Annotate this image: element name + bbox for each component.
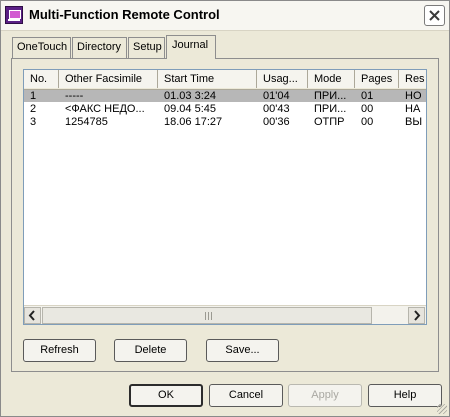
cell-usage: 00'36: [263, 116, 290, 128]
horizontal-scrollbar[interactable]: [24, 305, 426, 324]
tab-directory[interactable]: Directory: [72, 37, 127, 58]
tab-setup[interactable]: Setup: [128, 37, 165, 58]
window-title: Multi-Function Remote Control: [29, 7, 220, 22]
close-icon: [429, 10, 440, 21]
tab-journal[interactable]: Journal: [166, 35, 216, 59]
list-header: No. Other Facsimile Start Time Usag... M…: [24, 70, 426, 90]
tab-onetouch[interactable]: OneTouch: [12, 37, 71, 58]
arrow-right-icon: [414, 310, 421, 321]
cell-no: 1: [30, 90, 37, 102]
column-header-pages[interactable]: Pages: [355, 70, 399, 88]
cell-result: НА: [405, 103, 421, 115]
column-header-other-facsimile[interactable]: Other Facsimile: [59, 70, 158, 88]
column-header-start-time[interactable]: Start Time: [158, 70, 257, 88]
cell-start-time: 18.06 17:27: [164, 116, 223, 128]
scroll-thumb[interactable]: [42, 307, 372, 324]
cell-mode: ПРИ...: [314, 103, 347, 115]
cell-facsimile: 1254785: [65, 116, 108, 128]
delete-button[interactable]: Delete: [114, 339, 187, 362]
cell-pages: 01: [361, 90, 374, 102]
table-row[interactable]: 3 1254785 18.06 17:27 00'36 ОТПР 00 ВЫ: [24, 116, 426, 128]
cell-result: НО: [405, 90, 422, 102]
cell-pages: 00: [361, 103, 374, 115]
help-button[interactable]: Help: [368, 384, 442, 407]
cell-no: 3: [30, 116, 37, 128]
close-button[interactable]: [424, 5, 445, 26]
arrow-left-icon: [28, 310, 35, 321]
table-row[interactable]: 2 <ФАКС НЕДО... 09.04 5:45 00'43 ПРИ... …: [24, 103, 426, 115]
resize-grip-icon[interactable]: [437, 404, 447, 414]
cancel-button[interactable]: Cancel: [209, 384, 283, 407]
cell-usage: 00'43: [263, 103, 290, 115]
column-header-mode[interactable]: Mode: [308, 70, 355, 88]
refresh-button[interactable]: Refresh: [23, 339, 96, 362]
scroll-left-button[interactable]: [24, 307, 41, 324]
cell-facsimile: -----: [65, 90, 84, 102]
grip-icon: [205, 312, 214, 320]
cell-result: ВЫ: [405, 116, 423, 128]
table-row[interactable]: 1 ----- 01.03 3:24 01'04 ПРИ... 01 НО: [24, 90, 426, 102]
journal-list[interactable]: No. Other Facsimile Start Time Usag... M…: [23, 69, 427, 325]
fax-app-icon: [5, 6, 23, 24]
column-header-no[interactable]: No.: [24, 70, 59, 88]
cell-pages: 00: [361, 116, 374, 128]
scroll-right-button[interactable]: [408, 307, 425, 324]
cell-start-time: 09.04 5:45: [164, 103, 216, 115]
cell-mode: ПРИ...: [314, 90, 347, 102]
cell-start-time: 01.03 3:24: [164, 90, 216, 102]
ok-button[interactable]: OK: [129, 384, 203, 407]
column-header-usage[interactable]: Usag...: [257, 70, 308, 88]
title-bar[interactable]: Multi-Function Remote Control: [1, 1, 449, 31]
dialog-window: Multi-Function Remote Control OneTouch D…: [0, 0, 450, 417]
cell-usage: 01'04: [263, 90, 290, 102]
cell-no: 2: [30, 103, 37, 115]
cell-mode: ОТПР: [314, 116, 345, 128]
column-header-result[interactable]: Res: [399, 70, 426, 88]
cell-facsimile: <ФАКС НЕДО...: [65, 103, 145, 115]
save-button[interactable]: Save...: [206, 339, 279, 362]
apply-button[interactable]: Apply: [288, 384, 362, 407]
